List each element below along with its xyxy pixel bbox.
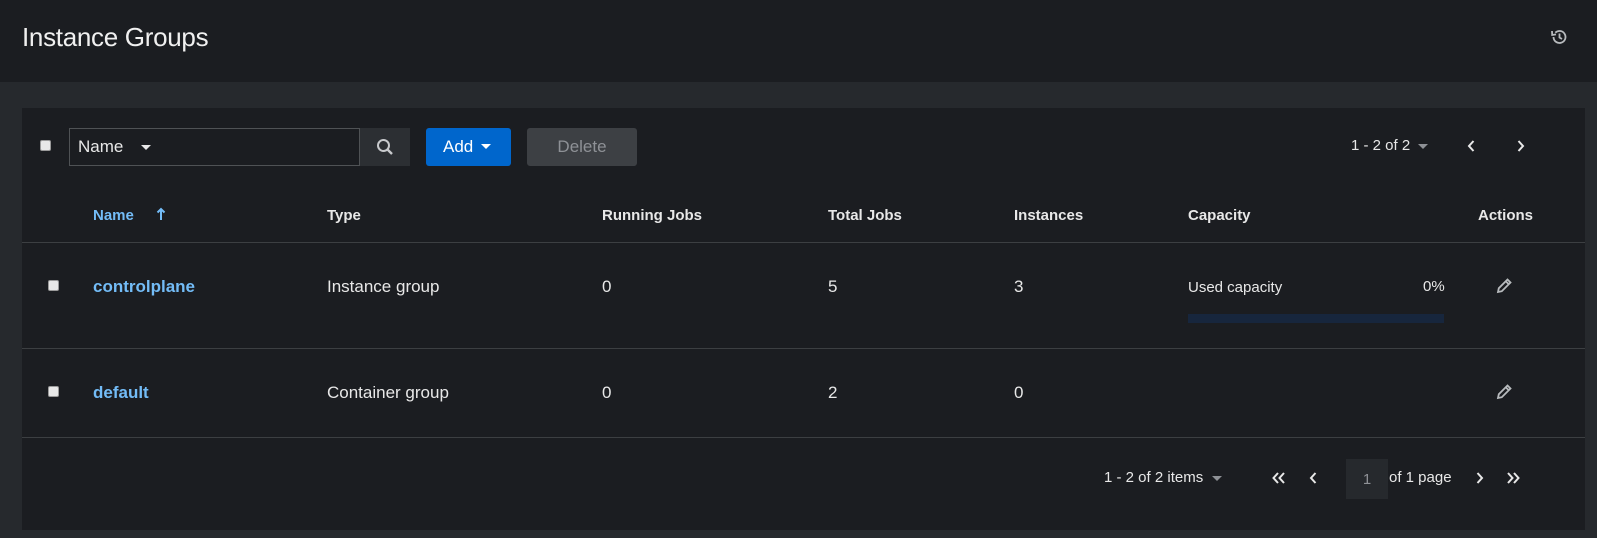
caret-down-icon — [1212, 476, 1222, 481]
instance-groups-card: Name Add Delete 1 - 2 of 2 Name Type Run… — [22, 108, 1585, 530]
double-chevron-right-icon — [1507, 472, 1520, 484]
search-input[interactable] — [170, 128, 360, 166]
caret-down-icon — [141, 145, 151, 150]
row-divider — [22, 242, 1585, 243]
double-chevron-left-icon — [1272, 472, 1285, 484]
sort-arrow-up-icon — [156, 207, 166, 220]
column-header-name[interactable]: Name — [93, 207, 166, 224]
bottom-pagination-toggle[interactable]: 1 - 2 of 2 items — [1104, 469, 1222, 486]
instance-group-link[interactable]: controlplane — [93, 277, 195, 297]
delete-button[interactable]: Delete — [527, 128, 637, 166]
previous-page-button[interactable] — [1303, 468, 1323, 488]
next-page-button[interactable] — [1511, 136, 1531, 156]
row-select-checkbox[interactable] — [48, 280, 59, 291]
column-header-type[interactable]: Type — [327, 207, 361, 224]
row-select-checkbox[interactable] — [48, 386, 59, 397]
row-divider — [22, 348, 1585, 349]
pagination-summary: 1 - 2 of 2 — [1351, 137, 1411, 154]
last-page-button[interactable] — [1503, 468, 1523, 488]
page-count: of 1 page — [1389, 469, 1452, 486]
history-icon — [1551, 30, 1567, 44]
previous-page-button[interactable] — [1461, 136, 1481, 156]
filter-key-select[interactable]: Name — [69, 128, 171, 166]
chevron-left-icon — [1467, 140, 1475, 152]
toolbar: Name Add Delete 1 - 2 of 2 — [22, 108, 1585, 184]
instances-cell: 3 — [1014, 277, 1024, 296]
capacity-value: 0% — [1423, 278, 1445, 295]
chevron-right-icon — [1517, 140, 1525, 152]
running-jobs-cell: 0 — [602, 383, 612, 402]
caret-down-icon — [1418, 144, 1428, 149]
edit-button[interactable] — [1493, 381, 1515, 403]
bottom-pagination-summary: 1 - 2 of 2 items — [1104, 469, 1204, 486]
caret-down-icon — [481, 144, 491, 149]
type-cell: Container group — [327, 383, 449, 402]
instance-group-link[interactable]: default — [93, 383, 149, 403]
search-icon — [377, 139, 393, 155]
total-jobs-cell: 2 — [828, 383, 838, 402]
select-all-checkbox[interactable] — [40, 140, 51, 151]
next-page-button[interactable] — [1470, 468, 1490, 488]
column-header-total-jobs[interactable]: Total Jobs — [828, 207, 902, 224]
capacity-bar — [1188, 314, 1444, 323]
row-divider — [22, 437, 1585, 438]
pencil-icon — [1496, 278, 1512, 294]
add-button-label: Add — [443, 137, 474, 156]
pencil-icon — [1496, 384, 1512, 400]
column-header-instances[interactable]: Instances — [1014, 207, 1083, 224]
page-title: Instance Groups — [22, 22, 209, 52]
capacity-label: Used capacity — [1188, 279, 1283, 296]
column-header-capacity: Capacity — [1188, 207, 1251, 224]
pagination-toggle[interactable]: 1 - 2 of 2 — [1351, 137, 1428, 154]
edit-button[interactable] — [1493, 275, 1515, 297]
add-button[interactable]: Add — [426, 128, 511, 166]
first-page-button[interactable] — [1269, 468, 1289, 488]
type-cell: Instance group — [327, 277, 440, 296]
filter-key-label: Name — [78, 137, 124, 156]
running-jobs-cell: 0 — [602, 277, 612, 296]
delete-button-label: Delete — [557, 137, 607, 156]
chevron-right-icon — [1476, 472, 1484, 484]
column-header-actions: Actions — [1478, 207, 1534, 224]
page-header: Instance Groups — [0, 0, 1597, 82]
current-page-input[interactable] — [1346, 459, 1388, 499]
chevron-left-icon — [1309, 472, 1317, 484]
instances-cell: 0 — [1014, 383, 1024, 402]
column-header-running-jobs[interactable]: Running Jobs — [602, 207, 702, 224]
search-button[interactable] — [360, 128, 410, 166]
total-jobs-cell: 5 — [828, 277, 838, 296]
history-button[interactable] — [1549, 27, 1569, 47]
